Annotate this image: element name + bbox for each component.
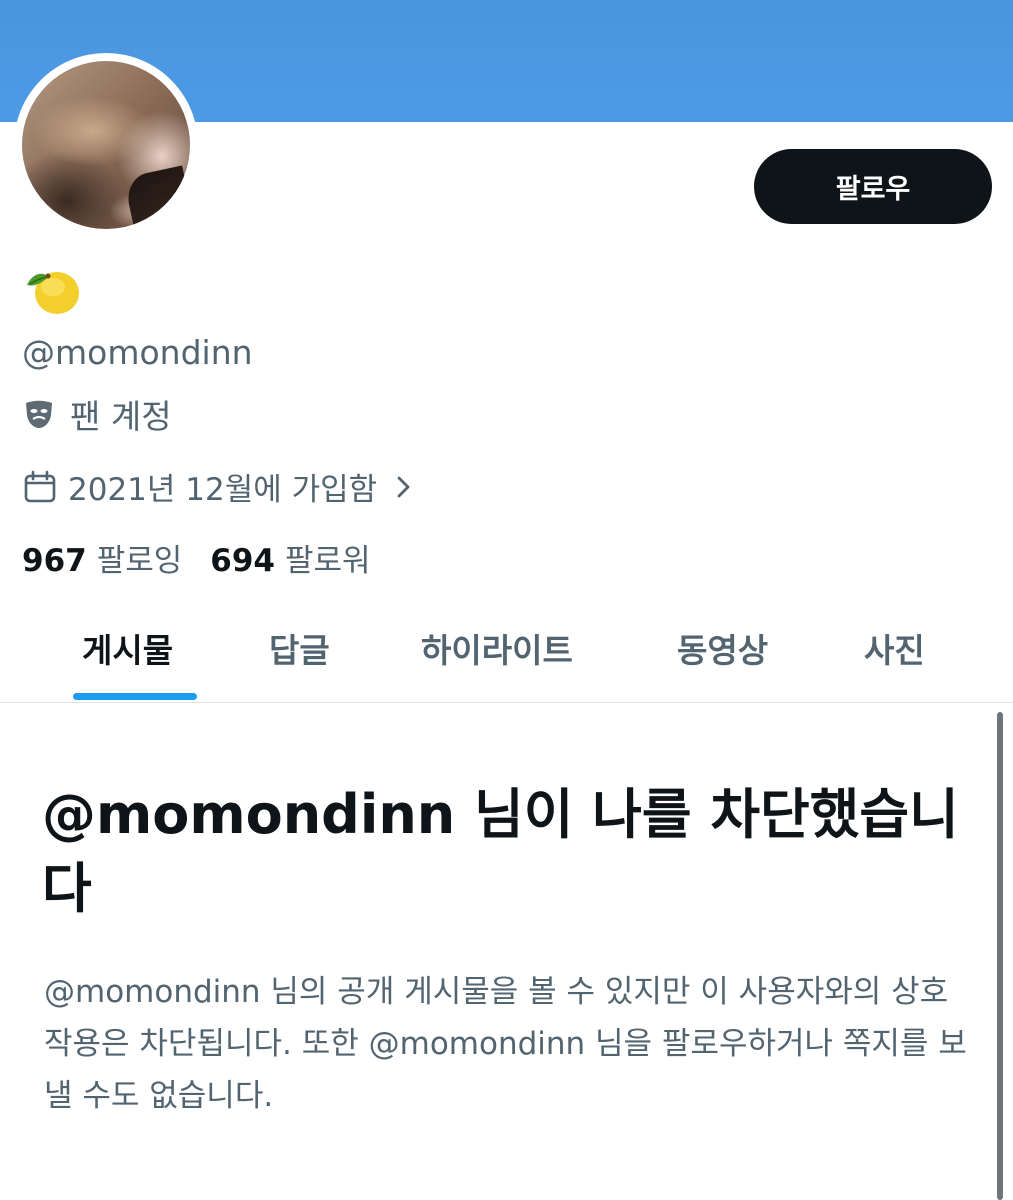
follow-stats: 967 팔로잉 694 팔로워 [22,535,399,580]
tab-replies[interactable]: 답글 [269,624,330,672]
tab-videos[interactable]: 동영상 [677,624,768,672]
chevron-right-icon [397,476,410,497]
following-label[interactable]: 팔로잉 [97,535,183,580]
performing-arts-mask-icon [26,400,52,428]
avatar-hair [123,165,190,229]
join-date-row[interactable]: 2021년 12월에 가입함 [22,464,417,509]
blocked-description: @momondinn 님의 공개 게시물을 볼 수 있지만 이 사용자와의 상호… [44,974,967,1114]
profile-page: 팔로우 @momondinn 팬 계정 2021년 12월에 가입함 967 팔… [0,0,1013,1200]
tab-highlights[interactable]: 하이라이트 [421,624,573,672]
avatar-eye [150,183,180,192]
tab-photos[interactable]: 사진 [864,624,925,672]
avatar-photo [22,61,190,229]
join-date-label: 2021년 12월에 가입함 [68,472,378,508]
profile-tabs: 게시물 답글 하이라이트 동영상 사진 [0,600,1013,703]
profile-handle: @momondinn [22,333,253,372]
following-count[interactable]: 967 [22,543,87,579]
followers-count[interactable]: 694 [210,543,275,579]
profile-category-label: 팬 계정 [70,397,172,436]
avatar[interactable] [14,53,198,237]
active-tab-indicator [73,693,197,700]
scrollbar[interactable] [997,712,1003,1200]
calendar-icon [24,470,56,502]
followers-label[interactable]: 팔로워 [285,535,371,580]
profile-category: 팬 계정 [22,390,172,438]
follow-button[interactable]: 팔로우 [754,149,992,224]
blocked-title: @momondinn 님이 나를 차단했습니다 [42,783,959,920]
tab-posts[interactable]: 게시물 [82,624,173,672]
lemon-emoji-icon [27,272,79,314]
